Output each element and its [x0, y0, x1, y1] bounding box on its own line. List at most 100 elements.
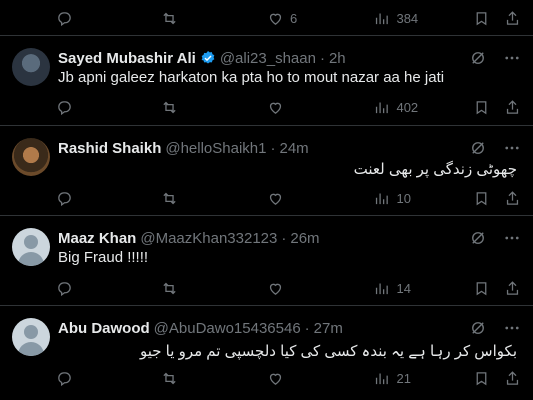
tweet-text: Big Fraud !!!!!	[58, 249, 149, 266]
views-button[interactable]: 14	[373, 280, 473, 297]
avatar[interactable]	[12, 318, 50, 356]
display-name[interactable]: Maaz Khan	[58, 230, 136, 247]
share-icon[interactable]	[504, 190, 521, 207]
more-icon[interactable]	[503, 229, 521, 247]
bookmark-icon[interactable]	[473, 99, 490, 116]
share-icon[interactable]	[504, 99, 521, 116]
action-bar: 6 384	[56, 8, 521, 28]
reply-icon	[58, 281, 71, 296]
view-count: 21	[396, 370, 411, 386]
views-button[interactable]: 10	[373, 190, 473, 207]
repost-button[interactable]	[161, 99, 267, 116]
views-button[interactable]: 21	[373, 370, 473, 387]
tweet-header: Abu Dawood @AbuDawo15436546 · 27m	[58, 318, 343, 338]
reply-button[interactable]	[56, 99, 161, 116]
reply-icon	[58, 11, 71, 26]
reply-icon	[58, 371, 71, 386]
tweet-text: Jb apni galeez harkaton ka pta ho to mou…	[58, 69, 445, 86]
reply-icon	[58, 191, 71, 206]
avatar[interactable]	[12, 228, 50, 266]
tweet-header: Sayed Mubashir Ali @ali23_shaan · 2h	[58, 48, 346, 68]
tweet[interactable]: Sayed Mubashir Ali @ali23_shaan · 2h Jb …	[0, 36, 533, 126]
display-name[interactable]: Sayed Mubashir Ali	[58, 50, 196, 67]
avatar[interactable]	[12, 138, 50, 176]
separator: ·	[281, 229, 287, 247]
user-handle[interactable]: @helloShaikh1	[165, 140, 266, 157]
timestamp[interactable]: 27m	[314, 320, 343, 337]
grok-icon[interactable]	[469, 229, 487, 247]
repost-icon	[162, 192, 176, 204]
tweet[interactable]: Rashid Shaikh @helloShaikh1 · 24m چھوٹی …	[0, 126, 533, 216]
user-handle[interactable]: @AbuDawo15436546	[154, 320, 301, 337]
repost-button[interactable]	[161, 280, 267, 297]
views-button[interactable]: 402	[373, 99, 473, 116]
separator: ·	[319, 49, 325, 67]
bookmark-icon[interactable]	[473, 10, 490, 27]
display-name[interactable]: Rashid Shaikh	[58, 140, 161, 157]
action-bar: 14	[56, 278, 521, 298]
grok-icon[interactable]	[469, 319, 487, 337]
like-button[interactable]: 6	[267, 10, 373, 27]
more-icon[interactable]	[503, 139, 521, 157]
tweet-header: Rashid Shaikh @helloShaikh1 · 24m	[58, 138, 309, 158]
action-bar: 10	[56, 188, 521, 208]
more-icon[interactable]	[503, 49, 521, 67]
bookmark-icon[interactable]	[473, 280, 490, 297]
tweet-text: چھوٹی زندگی پر بھی لعنت	[353, 161, 517, 178]
repost-button[interactable]	[161, 370, 267, 387]
share-icon[interactable]	[504, 280, 521, 297]
reply-button[interactable]	[56, 370, 161, 387]
reply-button[interactable]	[56, 10, 161, 27]
more-icon[interactable]	[503, 319, 521, 337]
tweet-text: بکواس کر رہا ہے یہ بندہ کسی کی کیا دلچسپ…	[139, 343, 517, 360]
like-button[interactable]	[267, 280, 373, 297]
timestamp[interactable]: 24m	[280, 140, 309, 157]
repost-icon	[162, 372, 176, 384]
share-icon[interactable]	[504, 10, 521, 27]
repost-button[interactable]	[161, 190, 267, 207]
views-icon	[376, 373, 389, 384]
view-count: 14	[396, 280, 411, 296]
views-icon	[376, 193, 389, 204]
repost-button[interactable]	[161, 10, 267, 27]
views-icon	[376, 283, 389, 294]
repost-icon	[162, 282, 176, 294]
reply-button[interactable]	[56, 190, 161, 207]
share-icon[interactable]	[504, 370, 521, 387]
bookmark-icon[interactable]	[473, 370, 490, 387]
display-name[interactable]: Abu Dawood	[58, 320, 150, 337]
user-handle[interactable]: @ali23_shaan	[220, 50, 316, 67]
like-button[interactable]	[267, 370, 373, 387]
action-bar: 402	[56, 97, 521, 117]
separator: ·	[270, 139, 276, 157]
reply-button[interactable]	[56, 280, 161, 297]
bookmark-icon[interactable]	[473, 190, 490, 207]
repost-icon	[162, 101, 176, 113]
timestamp[interactable]: 2h	[329, 50, 346, 67]
views-icon	[376, 13, 389, 24]
reply-icon	[58, 100, 71, 115]
action-bar: 21	[56, 368, 521, 388]
tweet[interactable]: Maaz Khan @MaazKhan332123 · 26m Big Frau…	[0, 216, 533, 306]
like-button[interactable]	[267, 190, 373, 207]
grok-icon[interactable]	[469, 49, 487, 67]
view-count: 10	[396, 190, 411, 206]
heart-icon	[269, 13, 282, 25]
user-handle[interactable]: @MaazKhan332123	[140, 230, 277, 247]
verified-badge-icon	[200, 50, 216, 66]
view-count: 384	[396, 10, 419, 26]
heart-icon	[269, 102, 282, 114]
avatar[interactable]	[12, 48, 50, 86]
like-button[interactable]	[267, 99, 373, 116]
heart-icon	[269, 373, 282, 385]
tweet-header: Maaz Khan @MaazKhan332123 · 26m	[58, 228, 320, 248]
views-button[interactable]: 384	[373, 10, 473, 27]
grok-icon[interactable]	[469, 139, 487, 157]
previous-tweet: 6 384	[0, 0, 533, 36]
timestamp[interactable]: 26m	[290, 230, 319, 247]
separator: ·	[304, 319, 310, 337]
repost-icon	[162, 12, 176, 24]
tweet[interactable]: Abu Dawood @AbuDawo15436546 · 27m بکواس …	[0, 306, 533, 400]
like-count: 6	[289, 10, 298, 26]
heart-icon	[269, 193, 282, 205]
